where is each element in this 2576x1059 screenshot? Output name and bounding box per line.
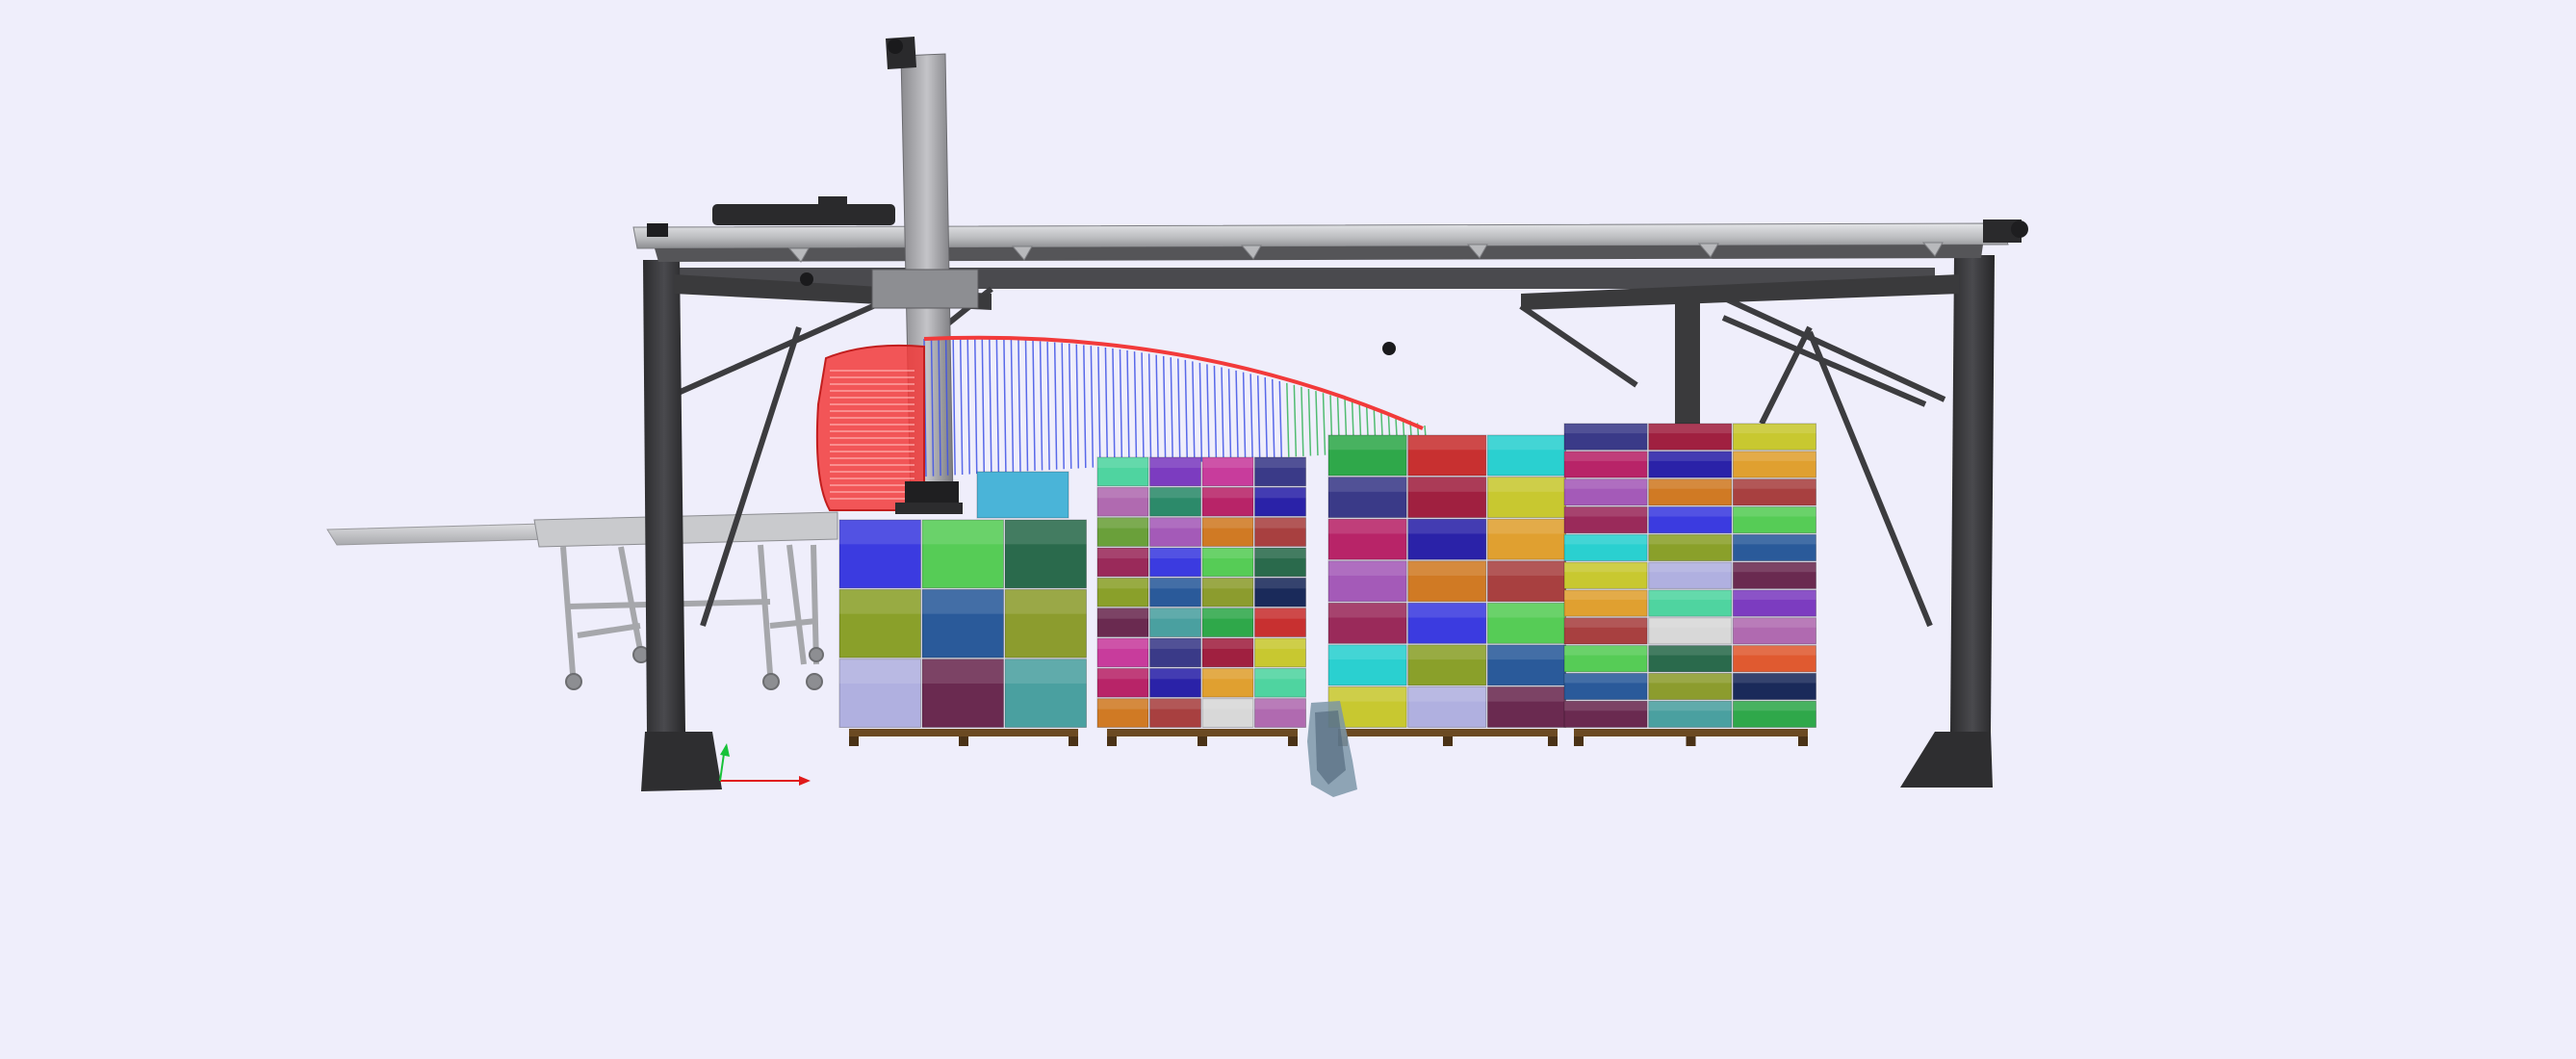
trajectory-line <box>1119 349 1123 467</box>
post-right <box>1950 255 1995 732</box>
3d-viewport[interactable] <box>0 0 2576 1059</box>
trajectory-line <box>1286 382 1290 457</box>
trajectory-line <box>1112 348 1116 467</box>
trajectory-line <box>1162 355 1167 464</box>
trajectory-line <box>1170 357 1173 464</box>
rail-motor-left <box>712 204 895 225</box>
trajectory-line <box>1018 340 1021 472</box>
trajectory-line <box>1278 380 1283 458</box>
trajectory-line <box>1141 352 1145 465</box>
trajectory-line <box>995 339 1000 473</box>
trajectory-line <box>1097 347 1101 468</box>
post-right-foot <box>1900 732 1993 788</box>
pallet-stack <box>1096 456 1306 746</box>
trajectory-line <box>1307 388 1312 456</box>
trajectory-line <box>1147 353 1152 465</box>
pallet-base <box>1107 729 1298 736</box>
trajectory-line <box>1242 372 1247 460</box>
trajectory-line <box>1061 343 1065 470</box>
trajectory-line <box>1010 339 1015 473</box>
pallet-stack <box>1327 434 1567 746</box>
trajectory-line <box>959 338 964 475</box>
x-axis-arrowhead-icon <box>799 776 811 786</box>
trajectory-line <box>1155 354 1159 465</box>
pallet-base <box>1338 729 1558 736</box>
pallets <box>838 423 1817 746</box>
trajectory-line <box>1053 342 1058 470</box>
trajectory-line <box>1024 340 1029 472</box>
trajectory-line <box>1256 375 1261 459</box>
conveyor-legs <box>560 544 819 675</box>
pallet-stack <box>838 519 1087 746</box>
trajectory-line <box>1126 349 1130 466</box>
trajectory-line <box>1184 359 1189 463</box>
trajectory-top-edge <box>923 335 1424 430</box>
axes-gizmo <box>719 743 811 786</box>
pallet-base <box>1574 729 1808 736</box>
trajectory-line <box>1213 365 1218 461</box>
held-box <box>976 471 1069 519</box>
post-left <box>643 260 685 732</box>
top-rail <box>632 222 2009 249</box>
trajectory-line <box>1235 370 1239 460</box>
trajectory-line <box>1264 377 1268 458</box>
sensor-dot <box>1382 342 1396 355</box>
trajectory-line <box>1046 342 1050 471</box>
trajectory-line <box>1198 362 1203 462</box>
scene-canvas[interactable] <box>0 0 2576 1059</box>
trajectory-line <box>1271 378 1275 458</box>
y-axis-arrow <box>719 753 725 782</box>
trajectory-line <box>1039 341 1043 471</box>
trajectory-line <box>989 338 992 474</box>
trajectory-line <box>1068 343 1072 469</box>
trajectory-line <box>1075 344 1080 469</box>
trajectory-line <box>1206 364 1210 462</box>
trajectory-line <box>1032 340 1036 471</box>
trajectory-line <box>1249 374 1253 459</box>
conveyor-wheels <box>565 646 824 690</box>
carriage <box>871 269 979 309</box>
trajectory-line <box>974 338 978 475</box>
trajectory-line <box>1083 345 1087 469</box>
y-axis-arrowhead-icon <box>720 743 730 757</box>
conveyor <box>326 511 838 690</box>
trajectory-line <box>1301 386 1304 456</box>
trajectory-line <box>1133 351 1138 466</box>
trajectory-line <box>1221 367 1224 461</box>
trajectory-line <box>966 338 970 475</box>
trajectory-line <box>1293 384 1298 457</box>
trajectory-line <box>1315 391 1319 456</box>
trajectory-line <box>1322 393 1327 455</box>
trajectory-line <box>1003 339 1007 473</box>
trajectory-line <box>952 338 956 476</box>
trajectory-line <box>1177 358 1181 463</box>
trajectory-line <box>981 338 986 474</box>
pallet-stack <box>1563 423 1817 746</box>
pallet-base <box>849 729 1078 736</box>
trajectory-line <box>1227 369 1232 460</box>
post-left-foot <box>641 732 722 791</box>
trajectory-line <box>1104 348 1109 467</box>
trajectory-line <box>1192 361 1196 462</box>
trajectory-line <box>1090 346 1095 468</box>
